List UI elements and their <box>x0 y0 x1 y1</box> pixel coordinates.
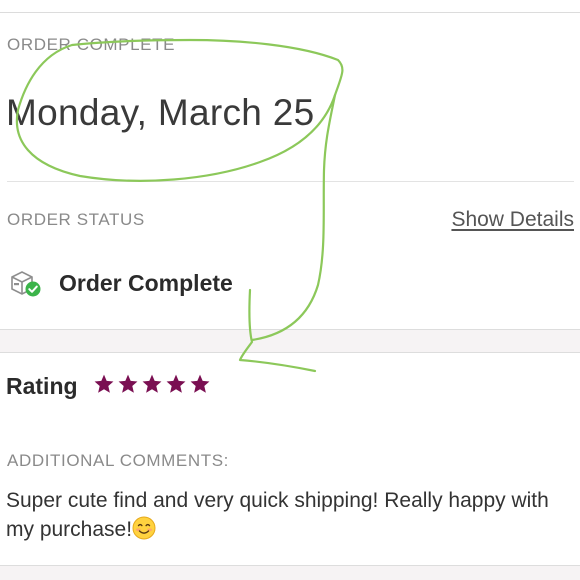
star-icon <box>118 374 138 393</box>
section-divider <box>7 181 574 182</box>
top-divider <box>0 12 580 13</box>
order-complete-label: ORDER COMPLETE <box>7 35 176 54</box>
bottom-separator-band <box>0 565 580 580</box>
comment-text: Super cute find and very quick shipping!… <box>6 489 549 541</box>
star-icon <box>166 374 186 393</box>
star-icon <box>142 374 162 393</box>
smiling-face-emoji-icon <box>132 516 156 540</box>
section-separator-band <box>0 329 580 353</box>
order-date-heading: Monday, March 25 <box>6 92 315 133</box>
additional-comments-label: ADDITIONAL COMMENTS: <box>7 451 229 470</box>
rating-stars <box>93 373 211 397</box>
show-details-link[interactable]: Show Details <box>451 208 574 232</box>
order-status-text: Order Complete <box>59 270 233 296</box>
order-details-page: ORDER COMPLETE Monday, March 25 ORDER ST… <box>0 0 580 580</box>
order-status-label: ORDER STATUS <box>7 210 145 229</box>
star-icon <box>94 374 114 393</box>
package-check-icon <box>11 271 41 297</box>
rating-label: Rating <box>6 373 78 399</box>
comment-text-block: Super cute find and very quick shipping!… <box>6 486 566 544</box>
star-icon <box>190 374 210 393</box>
